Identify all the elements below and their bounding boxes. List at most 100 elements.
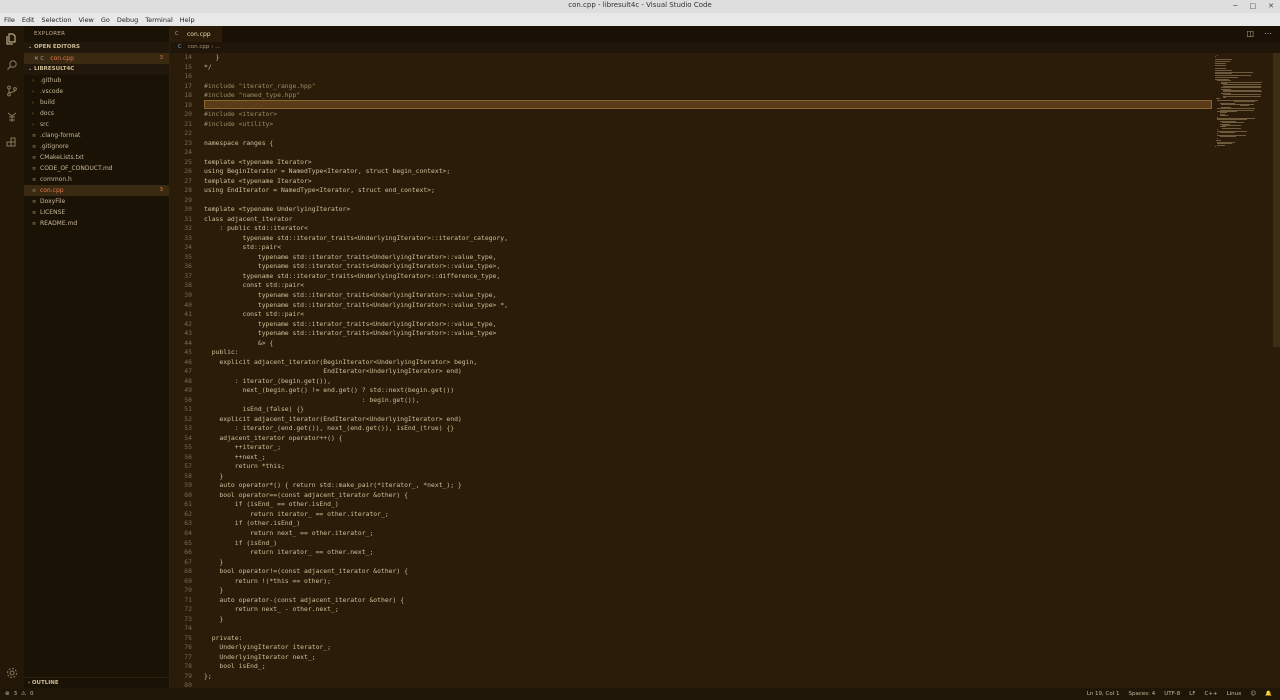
code-line: template <typename Iterator> xyxy=(204,157,312,166)
menu-go[interactable]: Go xyxy=(101,16,110,24)
code-line: : public std::iterator< xyxy=(204,224,308,233)
file-item[interactable]: ≡ con.cpp 3 xyxy=(24,185,169,196)
tab-con-cpp[interactable]: C con.cpp xyxy=(170,26,222,42)
line-number: 39 xyxy=(184,291,192,299)
files-icon[interactable] xyxy=(5,32,19,46)
code-line: bool operator==(const adjacent_iterator … xyxy=(204,490,408,499)
code-line: using BeginIterator = NamedType<Iterator… xyxy=(204,167,451,176)
code-line: } xyxy=(204,586,224,595)
menu-selection[interactable]: Selection xyxy=(41,16,71,24)
tree-item-label: .vscode xyxy=(40,88,64,95)
encoding[interactable]: UTF-8 xyxy=(1164,691,1180,697)
file-item[interactable]: ≡ DoxyFile xyxy=(24,196,169,207)
file-item[interactable]: ≡ common.h xyxy=(24,174,169,185)
more-actions-icon[interactable]: ⋯ xyxy=(1264,29,1272,38)
minimap[interactable] xyxy=(1215,53,1273,153)
search-icon[interactable] xyxy=(5,58,19,72)
line-number: 69 xyxy=(184,576,192,585)
code-line: #include "iterator_range.hpp" xyxy=(204,81,316,90)
vertical-scrollbar[interactable] xyxy=(1273,53,1280,347)
file-item[interactable]: ≡ README.md xyxy=(24,218,169,229)
menu-terminal[interactable]: Terminal xyxy=(145,16,172,24)
cursor-position[interactable]: Ln 19, Col 1 xyxy=(1087,691,1120,697)
debug-icon[interactable] xyxy=(5,110,19,124)
minimap-line xyxy=(1215,67,1226,69)
menu-help[interactable]: Help xyxy=(180,16,195,24)
bell-icon[interactable]: 🔔 xyxy=(1265,691,1272,697)
folder-item[interactable]: › .vscode xyxy=(24,86,169,97)
problem-count-badge: 3 xyxy=(159,55,164,61)
minimap-line xyxy=(1221,104,1254,105)
line-number: 18 xyxy=(184,91,192,100)
minimap-line xyxy=(1221,81,1263,83)
line-number: 29 xyxy=(184,195,192,204)
code-line: UnderlyingIterator next_; xyxy=(204,652,316,661)
extensions-icon[interactable] xyxy=(5,136,19,150)
code-line: : iterator_(end.get()), next_(end.get())… xyxy=(204,424,455,433)
code-editor[interactable]: 14 } 15 */ 16 17 #include "iterator_range.hpp… xyxy=(170,53,1280,688)
problem-count-badge: 3 xyxy=(159,187,164,193)
line-number: 32 xyxy=(184,224,192,233)
code-line: if (isEnd_ == other.isEnd_) xyxy=(204,500,339,509)
open-editor-item[interactable]: ✕ C con.cpp 3 xyxy=(24,53,169,64)
error-count[interactable]: 3 xyxy=(14,691,18,697)
project-section[interactable]: ⌄ LIBRESULT4C xyxy=(24,64,169,75)
code-line: typename std::iterator_traits<Underlying… xyxy=(204,271,501,280)
close-icon[interactable]: ✕ xyxy=(1268,2,1274,10)
menu-edit[interactable]: Edit xyxy=(22,16,35,24)
warning-count[interactable]: 0 xyxy=(30,691,34,697)
breadcrumb-file[interactable]: con.cpp xyxy=(188,44,210,50)
menu-file[interactable]: File xyxy=(4,16,15,24)
feedback-icon[interactable]: ☺ xyxy=(1250,691,1256,697)
minimap-line xyxy=(1216,55,1218,56)
folder-item[interactable]: › src xyxy=(24,119,169,130)
open-editors-section[interactable]: ⌄ OPEN EDITORS xyxy=(24,42,169,53)
file-item[interactable]: ≡ .gitignore xyxy=(24,141,169,152)
minimize-icon[interactable]: ─ xyxy=(1233,2,1237,10)
language-mode[interactable]: C++ xyxy=(1205,691,1218,697)
tree-item-label: build xyxy=(40,99,55,106)
code-line: namespace ranges { xyxy=(204,138,274,147)
code-line: return next_ == other.iterator_; xyxy=(204,529,374,537)
folder-item[interactable]: › build xyxy=(24,97,169,108)
line-number: 27 xyxy=(184,176,192,185)
explorer-header: EXPLORER xyxy=(34,31,66,37)
code-line: bool isEnd_; xyxy=(204,662,266,671)
code-line: using EndIterator = NamedType<Iterator, … xyxy=(204,186,435,195)
breadcrumb-rest[interactable]: ... xyxy=(215,44,220,50)
file-item[interactable]: ≡ CODE_OF_CONDUCT.md xyxy=(24,163,169,174)
folder-item[interactable]: › .github xyxy=(24,75,169,86)
line-number: 57 xyxy=(184,462,192,471)
code-line: bool operator!=(const adjacent_iterator … xyxy=(204,567,408,576)
line-number: 20 xyxy=(184,110,192,119)
outline-section[interactable]: › OUTLINE xyxy=(24,677,170,688)
line-number: 73 xyxy=(184,614,192,623)
settings-gear-icon[interactable] xyxy=(5,666,19,680)
menu-view[interactable]: View xyxy=(78,16,93,24)
code-line: adjacent_iterator operator++() { xyxy=(204,433,343,442)
error-icon[interactable]: ⊗ xyxy=(5,691,10,697)
line-number: 67 xyxy=(184,557,192,566)
file-item[interactable]: ≡ .clang-format xyxy=(24,130,169,141)
line-number: 23 xyxy=(184,138,192,147)
line-number: 52 xyxy=(184,414,192,423)
folder-item[interactable]: › docs xyxy=(24,108,169,119)
code-line: } xyxy=(204,53,220,61)
indentation[interactable]: Spaces: 4 xyxy=(1129,691,1156,697)
minimap-line xyxy=(1217,137,1218,139)
minimap-line xyxy=(1219,136,1236,138)
end-of-line[interactable]: LF xyxy=(1189,691,1195,697)
line-number: 44 xyxy=(184,338,192,347)
minimap-line xyxy=(1215,64,1226,66)
line-number: 15 xyxy=(184,62,192,71)
menu-debug[interactable]: Debug xyxy=(117,16,138,24)
warning-icon[interactable]: ⚠ xyxy=(21,691,26,697)
source-control-icon[interactable] xyxy=(5,84,19,98)
code-line: ++next_; xyxy=(204,452,266,461)
file-item[interactable]: ≡ LICENSE xyxy=(24,207,169,218)
file-item[interactable]: ≡ CMakeLists.txt xyxy=(24,152,169,163)
split-editor-icon[interactable]: ◫ xyxy=(1246,29,1254,38)
code-line: isEnd_(false) {} xyxy=(204,405,305,414)
os-indicator[interactable]: Linux xyxy=(1227,691,1242,697)
maximize-icon[interactable]: □ xyxy=(1250,2,1257,10)
